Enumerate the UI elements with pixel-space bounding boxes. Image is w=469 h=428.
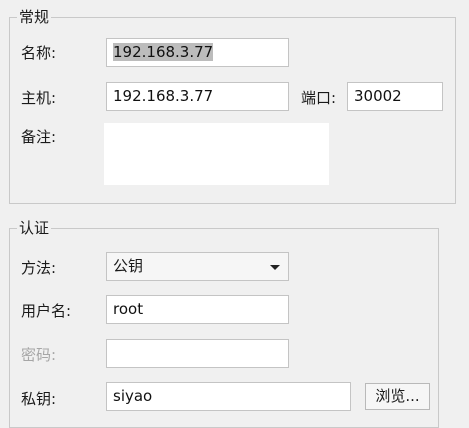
method-label: 方法: (21, 259, 57, 277)
password-label: 密码: (21, 346, 57, 364)
name-field-selection: 192.168.3.77 (113, 43, 214, 61)
name-field[interactable]: 192.168.3.77 (106, 38, 289, 67)
port-label: 端口: (301, 89, 337, 107)
privkey-label: 私钥: (21, 390, 57, 408)
host-label: 主机: (21, 89, 57, 107)
password-field[interactable] (106, 339, 289, 368)
name-label: 名称: (21, 44, 57, 62)
browse-button[interactable]: 浏览... (365, 383, 430, 410)
note-textarea[interactable] (104, 123, 329, 185)
note-label: 备注: (21, 128, 57, 146)
privkey-field[interactable]: siyao (106, 382, 351, 411)
method-select-value: 公钥 (113, 257, 144, 275)
port-field[interactable]: 30002 (347, 82, 443, 111)
method-select[interactable]: 公钥 (106, 252, 289, 281)
username-field[interactable]: root (106, 295, 289, 324)
auth-group-title: 认证 (17, 218, 52, 238)
general-group-title: 常规 (17, 7, 52, 27)
username-label: 用户名: (21, 302, 72, 320)
chevron-down-icon (270, 265, 280, 270)
host-field[interactable]: 192.168.3.77 (106, 82, 289, 111)
